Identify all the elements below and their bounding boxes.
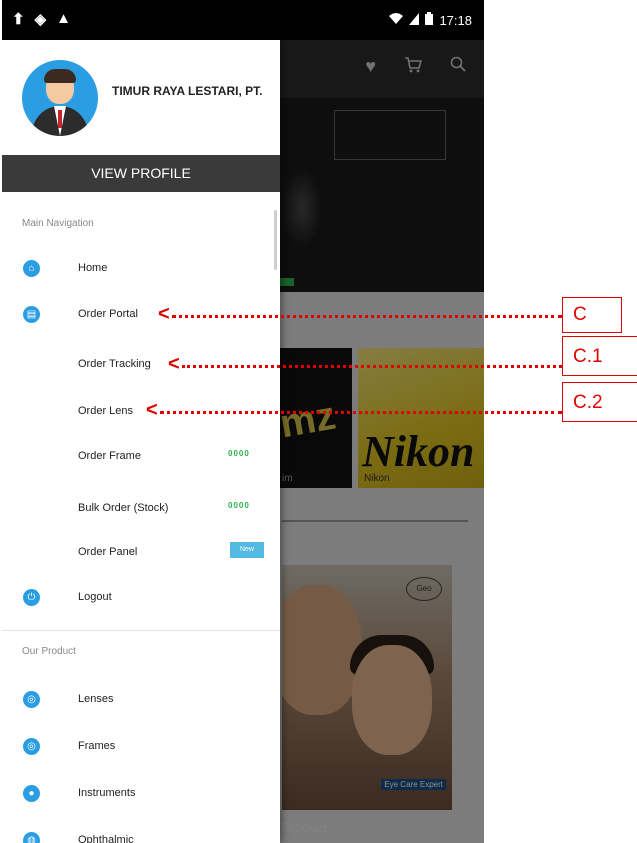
main-navigation-title: Main Navigation [22, 218, 94, 229]
bulk-order-count-badge: 0000 [228, 501, 250, 510]
signal-icon [409, 12, 420, 28]
annotation-arrow-c1 [182, 365, 562, 368]
usb-icon: ⬆ [12, 11, 25, 28]
nav-item-home[interactable]: ⌂ Home [2, 254, 280, 284]
home-icon: ⌂ [23, 260, 40, 277]
status-right-icons: 17:18 [389, 12, 472, 28]
lenses-icon: ◎ [23, 691, 40, 708]
product-item-label: Frames [78, 740, 116, 752]
order-frame-count-badge: 0000 [228, 449, 250, 458]
shield-icon: ◈ [34, 11, 47, 28]
nav-item-label: Order Tracking [78, 358, 151, 370]
nav-item-label: Order Panel [78, 546, 138, 558]
phone-screen: ⬆ ◈ ▲ 17:18 ♥ mz im Nikon Nikon Geo Eye … [2, 0, 484, 843]
annotation-label-c2: C.2 [562, 382, 637, 422]
warning-icon: ▲ [56, 10, 71, 27]
section-divider [2, 630, 280, 631]
order-portal-icon: ▤ [23, 306, 40, 323]
our-product-title: Our Product [22, 646, 76, 657]
product-item-lenses[interactable]: ◎ Lenses [2, 685, 280, 715]
annotation-arrow-c2 [160, 411, 562, 414]
nav-item-logout[interactable]: ⏻ Logout [2, 583, 280, 613]
nav-item-label: Order Frame [78, 450, 141, 462]
product-item-frames[interactable]: ◎ Frames [2, 732, 280, 762]
annotation-arrowhead-c2: < [146, 399, 158, 421]
product-item-label: Lenses [78, 693, 114, 705]
instruments-icon: ● [23, 785, 40, 802]
profile-header: TIMUR RAYA LESTARI, PT. [2, 40, 280, 155]
nav-item-label: Order Lens [78, 405, 134, 417]
status-left-icons: ⬆ ◈ ▲ [12, 10, 71, 28]
nav-item-bulk-order[interactable]: Bulk Order (Stock) 0000 [2, 494, 280, 524]
product-item-label: Ophthalmic [78, 834, 134, 843]
nav-item-label: Logout [78, 591, 112, 603]
navigation-drawer: TIMUR RAYA LESTARI, PT. VIEW PROFILE Mai… [2, 40, 280, 843]
nav-item-label: Home [78, 262, 108, 274]
wifi-icon [389, 12, 404, 28]
annotation-arrowhead-c1: < [168, 353, 180, 375]
status-time: 17:18 [439, 12, 472, 28]
battery-icon [425, 12, 434, 28]
avatar [22, 60, 98, 136]
annotation-arrowhead-c: < [158, 303, 170, 325]
ophthalmic-icon: ◍ [23, 832, 40, 843]
frames-icon: ◎ [23, 738, 40, 755]
company-name: TIMUR RAYA LESTARI, PT. [112, 84, 263, 98]
annotation-arrow-c [172, 315, 562, 318]
product-item-instruments[interactable]: ● Instruments [2, 779, 280, 809]
view-profile-button[interactable]: VIEW PROFILE [2, 155, 280, 192]
nav-item-order-frame[interactable]: Order Frame 0000 [2, 442, 280, 472]
product-item-ophthalmic[interactable]: ◍ Ophthalmic [2, 826, 280, 843]
nav-item-order-panel[interactable]: Order Panel New [2, 538, 280, 568]
nav-item-label: Bulk Order (Stock) [78, 502, 169, 514]
status-bar: ⬆ ◈ ▲ 17:18 [2, 0, 484, 40]
nav-item-label: Order Portal [78, 308, 138, 320]
logout-icon: ⏻ [23, 589, 40, 606]
order-panel-new-badge: New [230, 542, 264, 558]
product-item-label: Instruments [78, 787, 136, 799]
annotation-label-c1: C.1 [562, 336, 637, 376]
annotation-label-c: C [562, 297, 622, 333]
